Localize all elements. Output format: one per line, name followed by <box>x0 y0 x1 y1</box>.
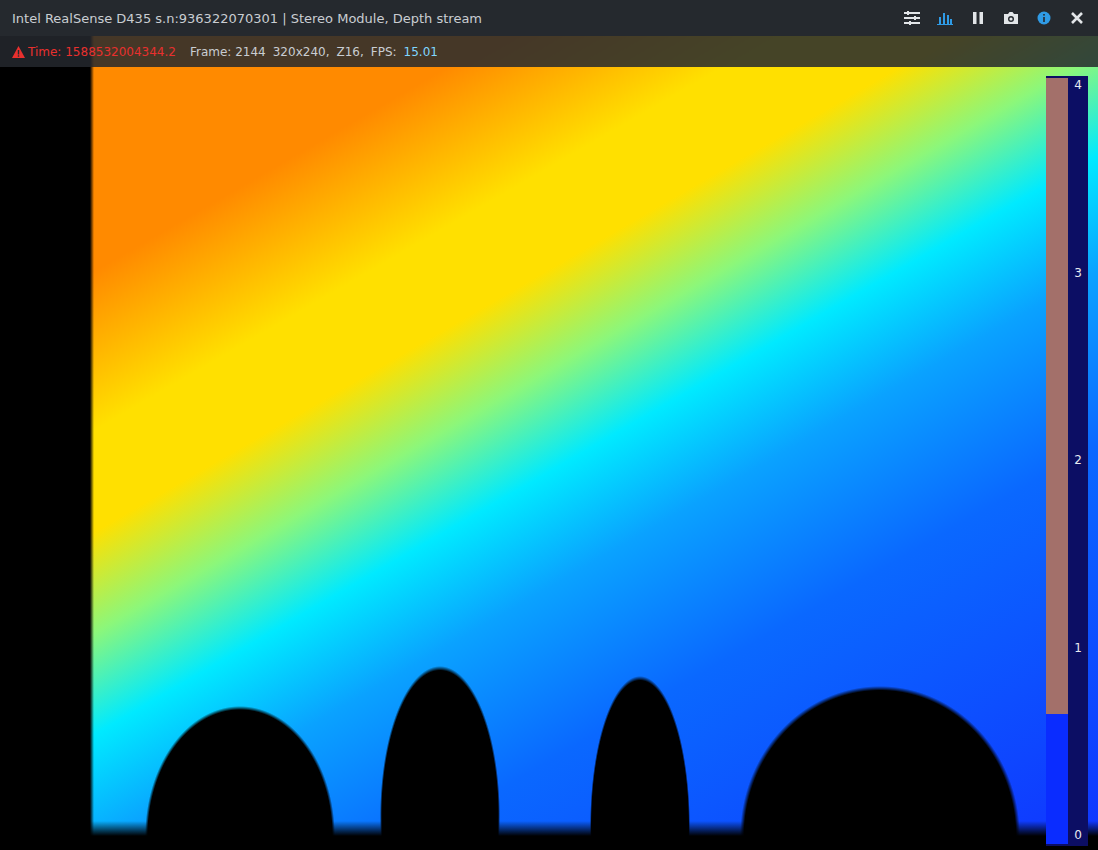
depth-frame <box>0 36 1098 850</box>
info-icon <box>1037 11 1051 25</box>
toolbar-button[interactable] <box>1034 9 1053 28</box>
stream-area: Time: 1588532004344.2 Frame: 2144 320x240,… <box>0 36 1098 850</box>
timestamp: Time: 1588532004344.2 <box>12 45 176 59</box>
frame-info: Frame: 2144 320x240, Z16, FPS: 15.01 <box>190 45 438 59</box>
legend-fill <box>1046 78 1068 714</box>
toolbar <box>902 9 1086 28</box>
legend-tick: 3 <box>1074 266 1082 280</box>
close-icon <box>1071 12 1083 24</box>
depth-legend: 4 3 2 1 0 <box>1046 76 1088 846</box>
legend-tick: 1 <box>1074 641 1082 655</box>
warning-icon <box>12 46 25 58</box>
format: Z16, <box>336 45 363 59</box>
legend-ticks: 4 3 2 1 0 <box>1072 78 1084 844</box>
resolution: 320x240, <box>273 45 330 59</box>
bar-chart-icon <box>937 11 953 25</box>
fps-label: FPS: <box>371 45 397 59</box>
camera-icon <box>1003 11 1019 25</box>
toolbar-button[interactable] <box>935 9 954 28</box>
settings-list-icon <box>904 11 920 25</box>
legend-tick: 4 <box>1074 78 1082 92</box>
legend-tick: 2 <box>1074 453 1082 467</box>
viewer-window: Intel RealSense D435 s.n:936322070301 | … <box>0 0 1098 850</box>
pause-icon <box>971 11 985 25</box>
legend-tick: 0 <box>1074 828 1082 842</box>
legend-bar <box>1046 78 1068 844</box>
toolbar-button[interactable] <box>902 9 921 28</box>
stream-info-bar: Time: 1588532004344.2 Frame: 2144 320x240,… <box>0 36 1098 67</box>
fps-value: 15.01 <box>404 45 438 59</box>
toolbar-button[interactable] <box>1001 9 1020 28</box>
title-bar: Intel RealSense D435 s.n:936322070301 | … <box>0 0 1098 36</box>
toolbar-button[interactable] <box>968 9 987 28</box>
window-title: Intel RealSense D435 s.n:936322070301 | … <box>12 11 482 26</box>
toolbar-button[interactable] <box>1067 9 1086 28</box>
frame-number: Frame: 2144 <box>190 45 266 59</box>
